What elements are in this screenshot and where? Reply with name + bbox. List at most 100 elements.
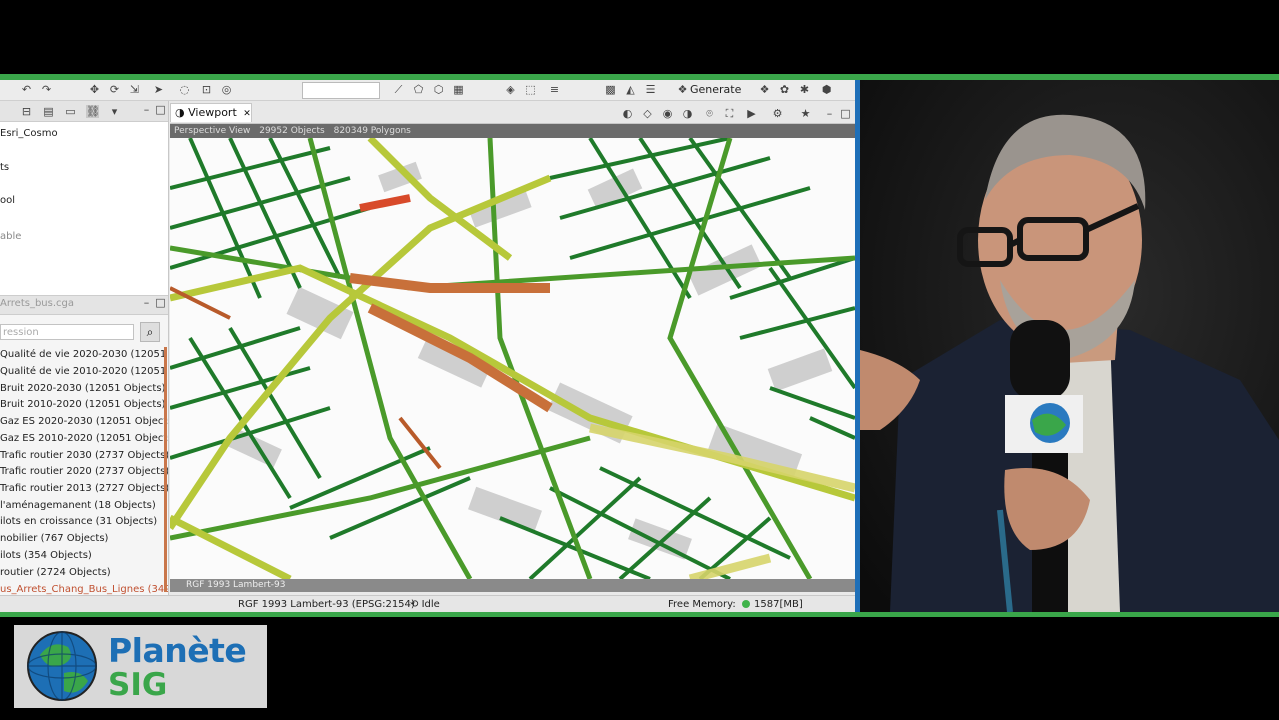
texture-icon[interactable]: ▩: [604, 83, 617, 96]
status-state-label: Idle: [421, 599, 440, 610]
filter-icon[interactable]: ▤: [42, 105, 55, 118]
scene-item[interactable]: ool: [0, 195, 15, 206]
generate-icon: ❖: [677, 83, 688, 96]
view-mode-label: Perspective View: [174, 126, 251, 136]
layer-item[interactable]: Qualité de vie 2020-2030 (12051 Ob: [0, 347, 168, 363]
generate-button[interactable]: Generate: [690, 82, 741, 98]
bookmark-star-icon[interactable]: ★: [799, 107, 812, 120]
lasso-icon[interactable]: ◌: [178, 83, 191, 96]
folder-icon[interactable]: ▭: [64, 105, 77, 118]
search-button[interactable]: ⌕: [140, 322, 160, 342]
objects-count: 29952 Objects: [259, 126, 325, 136]
frame-bottom-border: [0, 612, 1279, 617]
viewport-header: ◐ ◇ ◉ ◑ ⌾ ⛶ ▶ ⚙ ★ – □: [170, 101, 855, 124]
select-arrow-icon[interactable]: ➤: [152, 83, 165, 96]
redo-icon[interactable]: ↷: [40, 83, 53, 96]
scene-item[interactable]: ts: [0, 162, 9, 173]
frame-view-icon[interactable]: ⛶: [723, 107, 736, 120]
layers-tab[interactable]: Arrets_bus.cga: [0, 298, 74, 309]
cube-icon[interactable]: ◈: [504, 83, 517, 96]
layer-item[interactable]: Bruit 2010-2020 (12051 Objects): [0, 397, 168, 413]
layer-item[interactable]: Bruit 2020-2030 (12051 Objects): [0, 381, 168, 397]
planete-sig-logo: Planète SIG: [14, 625, 267, 708]
model-icon[interactable]: ✿: [778, 83, 791, 96]
progress-icon: ⟲: [410, 599, 422, 610]
minimize-icon[interactable]: –: [140, 103, 153, 116]
layer-search-input[interactable]: ression: [0, 324, 134, 340]
collapse-icon[interactable]: ⊟: [20, 105, 33, 118]
tab-viewport-label: Viewport: [188, 106, 237, 119]
export-icon[interactable]: ⬢: [820, 83, 833, 96]
undo-icon[interactable]: ↶: [20, 83, 33, 96]
memory-indicator-icon: [742, 600, 750, 608]
settings-icon[interactable]: ⚙: [771, 107, 784, 120]
city-roads-render: [170, 138, 855, 579]
layer-item[interactable]: Gaz ES 2010-2020 (12051 Objects): [0, 431, 168, 447]
status-crs: RGF 1993 Lambert-93 (EPSG:2154): [238, 599, 415, 610]
rotate-icon[interactable]: ⟳: [108, 83, 121, 96]
shading-icon[interactable]: ◐: [621, 107, 634, 120]
status-state: ⟲ Idle: [410, 596, 440, 612]
move-icon[interactable]: ✥: [88, 83, 101, 96]
memory-value-wrap: 1587[MB]: [742, 596, 803, 612]
polygon-tool-icon[interactable]: ⬠: [412, 83, 425, 96]
regenerate-icon[interactable]: ❖: [758, 83, 771, 96]
camera-icon[interactable]: ⌾: [703, 107, 716, 120]
maximize-icon[interactable]: □: [154, 296, 167, 309]
layer-item[interactable]: ilots (354 Objects): [0, 548, 168, 564]
toolbar-search-input[interactable]: [302, 82, 380, 99]
layer-item[interactable]: Qualité de vie 2010-2020 (12051 Obj: [0, 364, 168, 380]
layer-item[interactable]: ilots en croissance (31 Objects): [0, 514, 168, 530]
layer-filter-row: ression ⌕: [0, 322, 168, 344]
clean-icon[interactable]: ✱: [798, 83, 811, 96]
scene-panel-header: ⊟ ▤ ▭ ⛓ ▾ – □: [0, 101, 168, 122]
cityengine-window: ↶ ↷ ✥ ⟳ ⇲ ➤ ◌ ⊡ ◎ ⟋ ⬠ ⬡ ▦ ◈ ⬚ ≡ ▩ ◭ ☰ ❖ …: [0, 80, 855, 612]
target-icon[interactable]: ◎: [220, 83, 233, 96]
wireframe-icon[interactable]: ◇: [641, 107, 654, 120]
minimize-icon[interactable]: –: [823, 107, 836, 120]
video-icon[interactable]: ▶: [745, 107, 758, 120]
maximize-icon[interactable]: □: [154, 103, 167, 116]
logo-line1: Planète: [108, 631, 247, 670]
align-icon[interactable]: ≡: [548, 83, 561, 96]
cube-select-icon[interactable]: ⬚: [524, 83, 537, 96]
maximize-icon[interactable]: □: [839, 107, 852, 120]
layers-panel-header: Arrets_bus.cga – □: [0, 295, 168, 315]
layer-item[interactable]: Gaz ES 2020-2030 (12051 Objects): [0, 414, 168, 430]
tab-viewport[interactable]: ◑ Viewport ✕: [170, 103, 252, 122]
speaker-image: [860, 80, 1279, 612]
layer-item[interactable]: Trafic routier 2013 (2727 Objects): [0, 481, 168, 497]
layer-item[interactable]: l'aménagemanent (18 Objects): [0, 498, 168, 514]
shape-tool-icon[interactable]: ⬡: [432, 83, 445, 96]
layer-item[interactable]: routier (2724 Objects): [0, 565, 168, 581]
logo-line2: SIG: [108, 667, 168, 703]
close-icon[interactable]: ✕: [243, 109, 251, 119]
left-panels: ⊟ ▤ ▭ ⛓ ▾ – □ Esri_Cosmo ts ool able Arr…: [0, 101, 169, 596]
dropdown-icon[interactable]: ▾: [108, 105, 121, 118]
layers-icon[interactable]: ☰: [644, 83, 657, 96]
frame-icon[interactable]: ⊡: [200, 83, 213, 96]
texture-view-icon[interactable]: ◉: [661, 107, 674, 120]
scene-item[interactable]: Esri_Cosmo: [0, 128, 58, 139]
street-tool-icon[interactable]: ⟋: [392, 83, 405, 96]
link-icon[interactable]: ⛓: [86, 105, 100, 118]
memory-value: 1587[MB]: [754, 599, 803, 610]
minimize-icon[interactable]: –: [140, 296, 153, 309]
viewport-crs-footer: RGF 1993 Lambert-93: [170, 579, 855, 592]
layer-item[interactable]: Trafic routier 2020 (2737 Objects): [0, 464, 168, 480]
light-icon[interactable]: ◑: [681, 107, 694, 120]
main-toolbar: ↶ ↷ ✥ ⟳ ⇲ ➤ ◌ ⊡ ◎ ⟋ ⬠ ⬡ ▦ ◈ ⬚ ≡ ▩ ◭ ☰ ❖ …: [0, 80, 855, 101]
layer-list: Qualité de vie 2020-2030 (12051 Ob Quali…: [0, 347, 168, 597]
layer-list-scrollbar[interactable]: [164, 347, 167, 592]
polygons-count: 820349 Polygons: [333, 126, 411, 136]
layer-item[interactable]: Trafic routier 2030 (2737 Objects): [0, 448, 168, 464]
layer-item[interactable]: nobilier (767 Objects): [0, 531, 168, 547]
memory-label: Free Memory:: [668, 599, 736, 610]
scene-item[interactable]: able: [0, 231, 21, 242]
scale-icon[interactable]: ⇲: [128, 83, 141, 96]
grid-tool-icon[interactable]: ▦: [452, 83, 465, 96]
viewport-3d-canvas[interactable]: [170, 138, 855, 579]
viewport-info-bar: Perspective View 29952 Objects 820349 Po…: [170, 124, 855, 138]
terrain-icon[interactable]: ◭: [624, 83, 637, 96]
globe-icon: ◑: [175, 106, 185, 119]
